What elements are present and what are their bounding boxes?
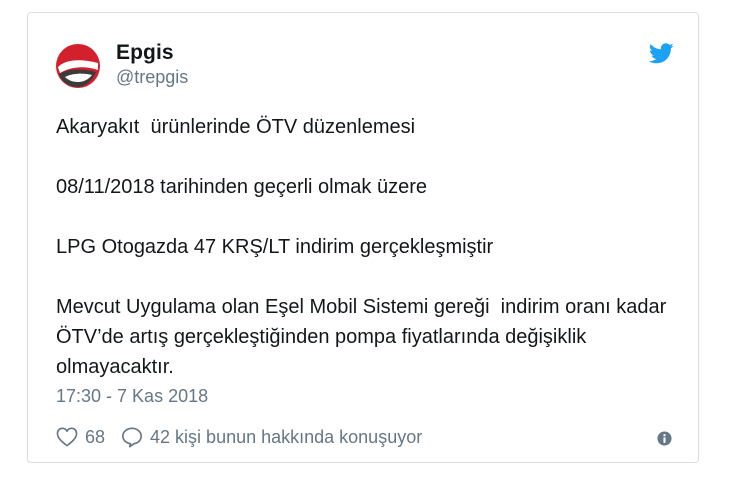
epgis-logo-icon [56,44,100,88]
tweet-paragraph: Akaryakıt ürünlerinde ÖTV düzenlemesi [56,116,416,138]
tweet-timestamp[interactable]: 17:30 - 7 Kas 2018 [56,386,208,407]
author-handle[interactable]: @trepgis [116,67,188,88]
reply-button[interactable]: 42 kişi bunun hakkında konuşuyor [121,426,422,448]
author-name[interactable]: Epgis [116,41,174,65]
tweet-paragraph: LPG Otogazda 47 KRŞ/LT indirim gerçekleş… [56,236,494,258]
reply-count-text: 42 kişi bunun hakkında konuşuyor [150,426,423,447]
info-icon[interactable] [657,431,672,446]
tweet-card: Epgis @trepgis Akaryakıt ürünlerinde ÖTV… [27,12,699,463]
speech-bubble-icon [122,427,143,448]
heart-icon [56,427,78,447]
tweet-text: Akaryakıt ürünlerinde ÖTV düzenlemesi 08… [56,112,676,382]
avatar[interactable] [56,44,100,88]
twitter-bird-icon[interactable] [649,43,674,64]
like-button[interactable]: 68 [56,427,105,448]
tweet-paragraph: 08/11/2018 tarihinden geçerli olmak üzer… [56,176,427,198]
like-count: 68 [85,426,106,447]
tweet-paragraph: Mevcut Uygulama olan Eşel Mobil Sistemi … [56,296,672,378]
tweet-actions: 68 42 kişi bunun hakkında konuşuyor [56,425,422,449]
